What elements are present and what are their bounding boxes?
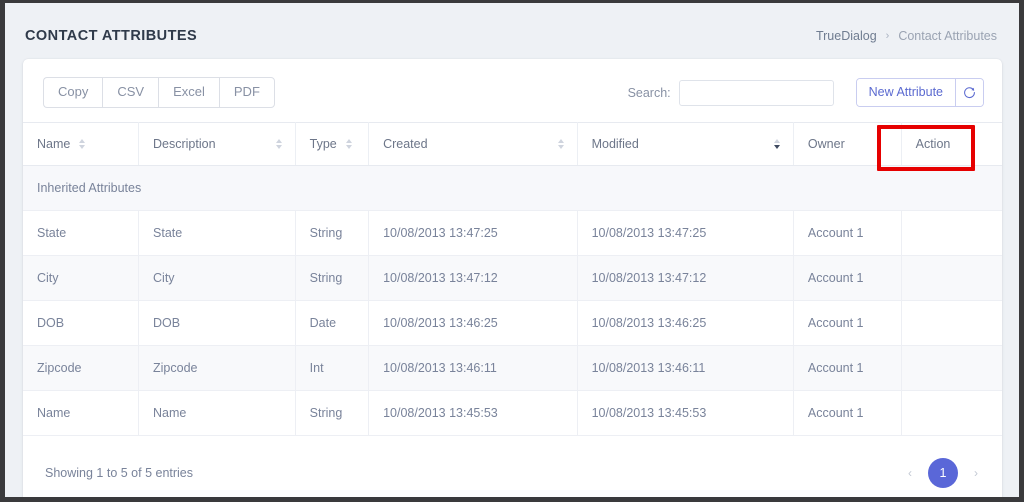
cell-action[interactable]	[901, 345, 1002, 392]
toolbar-right: Search: New Attribute	[627, 78, 984, 108]
cell-type: String	[295, 255, 370, 302]
chevron-right-icon: ›	[885, 29, 890, 42]
cell-type: Date	[295, 300, 370, 347]
column-label: Modified	[591, 137, 639, 152]
refresh-button[interactable]	[956, 79, 983, 107]
pagination-prev[interactable]: ‹	[906, 466, 914, 480]
search-area: Search:	[627, 79, 834, 106]
cell-name: DOB	[23, 300, 140, 347]
search-label: Search:	[627, 85, 671, 100]
cell-created: 10/08/2013 13:46:25	[368, 300, 578, 347]
cell-name: State	[23, 210, 140, 257]
cell-type: String	[295, 210, 370, 257]
cell-description: Name	[138, 390, 296, 437]
page-title: CONTACT ATTRIBUTES	[25, 27, 198, 44]
csv-button[interactable]: CSV	[102, 77, 159, 109]
attributes-card: Copy CSV Excel PDF Search: New Attribute	[23, 59, 1002, 497]
cell-modified: 10/08/2013 13:45:53	[577, 390, 794, 437]
pagination-page-1[interactable]: 1	[928, 458, 958, 489]
cell-action[interactable]	[901, 390, 1002, 437]
cell-owner: Account 1	[793, 300, 902, 347]
column-label: Created	[383, 137, 428, 152]
cell-description: City	[138, 255, 296, 302]
column-label: Action	[915, 137, 951, 152]
cell-description: DOB	[138, 300, 296, 347]
pagination-next[interactable]: ›	[972, 466, 980, 480]
table-row[interactable]: City City String 10/08/2013 13:47:12 10/…	[23, 255, 1002, 302]
cell-owner: Account 1	[793, 255, 902, 302]
column-header-owner: Owner	[793, 122, 902, 167]
excel-button[interactable]: Excel	[158, 77, 219, 109]
table-row[interactable]: Zipcode Zipcode Int 10/08/2013 13:46:11 …	[23, 345, 1002, 392]
cell-action[interactable]	[901, 210, 1002, 257]
cell-owner: Account 1	[793, 345, 902, 392]
cell-action[interactable]	[901, 300, 1002, 347]
cell-name: City	[23, 255, 140, 302]
cell-created: 10/08/2013 13:47:25	[368, 210, 578, 257]
cell-action[interactable]	[901, 255, 1002, 302]
cell-modified: 10/08/2013 13:47:12	[577, 255, 794, 302]
column-header-action: Action	[901, 122, 1002, 167]
column-header-description[interactable]: Description	[138, 122, 296, 167]
pagination: ‹ 1 ›	[906, 458, 980, 489]
breadcrumb-root[interactable]: TrueDialog	[816, 29, 877, 43]
cell-modified: 10/08/2013 13:47:25	[577, 210, 794, 257]
search-input[interactable]	[678, 79, 834, 106]
cell-description: State	[138, 210, 296, 257]
cell-created: 10/08/2013 13:45:53	[368, 390, 578, 437]
refresh-icon	[963, 86, 976, 99]
group-label: Inherited Attributes	[23, 165, 1002, 212]
page-header: CONTACT ATTRIBUTES TrueDialog › Contact …	[5, 3, 1019, 51]
cell-name: Zipcode	[23, 345, 140, 392]
cell-modified: 10/08/2013 13:46:25	[577, 300, 794, 347]
table-header-row: Name Description Type Created Modified O…	[23, 122, 1002, 167]
sort-icon[interactable]	[345, 138, 353, 150]
sort-icon[interactable]	[275, 138, 283, 150]
action-button-group: New Attribute	[855, 78, 984, 108]
column-header-created[interactable]: Created	[368, 122, 578, 167]
column-label: Type	[309, 137, 337, 152]
cell-type: Int	[295, 345, 370, 392]
cell-modified: 10/08/2013 13:46:11	[577, 345, 794, 392]
pdf-button[interactable]: PDF	[218, 77, 275, 109]
sort-icon[interactable]	[557, 138, 565, 150]
cell-description: Zipcode	[138, 345, 296, 392]
table-row[interactable]: Name Name String 10/08/2013 13:45:53 10/…	[23, 390, 1002, 437]
table-group-row: Inherited Attributes	[23, 165, 1002, 212]
table-footer: Showing 1 to 5 of 5 entries ‹ 1 ›	[23, 436, 1002, 497]
table-toolbar: Copy CSV Excel PDF Search: New Attribute	[23, 59, 1002, 122]
sort-icon-active[interactable]	[773, 138, 781, 150]
column-label: Name	[37, 137, 71, 152]
cell-name: Name	[23, 390, 140, 437]
breadcrumb: TrueDialog › Contact Attributes	[816, 29, 997, 43]
cell-owner: Account 1	[793, 390, 902, 437]
column-header-type[interactable]: Type	[295, 122, 370, 167]
table-row[interactable]: DOB DOB Date 10/08/2013 13:46:25 10/08/2…	[23, 300, 1002, 347]
sort-icon[interactable]	[78, 138, 86, 150]
breadcrumb-current: Contact Attributes	[898, 28, 997, 43]
cell-type: String	[295, 390, 370, 437]
table-body: Inherited Attributes State State String …	[23, 165, 1002, 437]
table-row[interactable]: State State String 10/08/2013 13:47:25 1…	[23, 210, 1002, 257]
export-button-group: Copy CSV Excel PDF	[43, 77, 275, 109]
entries-summary: Showing 1 to 5 of 5 entries	[45, 466, 194, 481]
column-header-modified[interactable]: Modified	[577, 122, 794, 167]
column-label: Description	[153, 137, 216, 152]
cell-created: 10/08/2013 13:46:11	[368, 345, 578, 392]
column-label: Owner	[807, 137, 845, 152]
new-attribute-button[interactable]: New Attribute	[856, 79, 956, 107]
attributes-table: Name Description Type Created Modified O…	[23, 122, 1002, 437]
cell-owner: Account 1	[793, 210, 902, 257]
app-viewport: CONTACT ATTRIBUTES TrueDialog › Contact …	[5, 3, 1019, 497]
column-header-name[interactable]: Name	[23, 122, 140, 167]
cell-created: 10/08/2013 13:47:12	[368, 255, 578, 302]
copy-button[interactable]: Copy	[43, 77, 103, 109]
